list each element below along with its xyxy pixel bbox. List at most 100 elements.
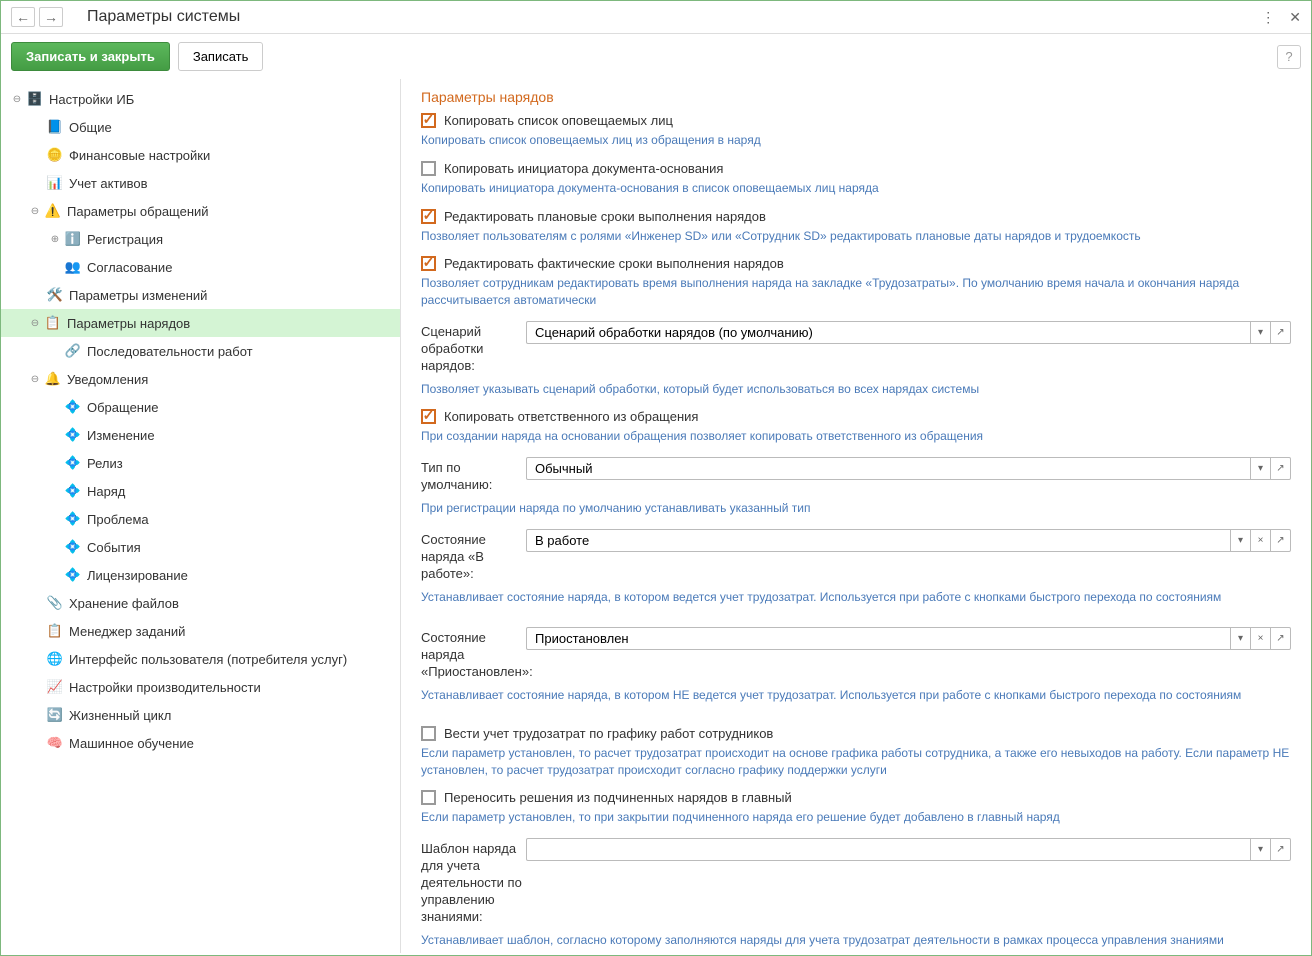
list-icon: 📋: [47, 623, 63, 639]
tree-item-requests[interactable]: ⊖⚠️Параметры обращений: [1, 197, 400, 225]
diamond-icon: 💠: [65, 455, 81, 471]
tree-item-lifecycle[interactable]: 🔄Жизненный цикл: [1, 701, 400, 729]
nav-back-button[interactable]: ←: [11, 7, 35, 27]
warning-icon: ⚠️: [45, 203, 61, 219]
state2-label: Состояние наряда «Приостановлен»:: [421, 627, 526, 681]
checkbox-copy-initiator[interactable]: [421, 161, 436, 176]
state2-input[interactable]: [526, 627, 1231, 650]
brain-icon: 🧠: [47, 735, 63, 751]
dropdown-icon[interactable]: ▾: [1251, 838, 1271, 861]
diamond-icon: 💠: [65, 399, 81, 415]
hint-text: Позволяет пользователям с ролями «Инжене…: [421, 228, 1291, 245]
tree-item-n-problem[interactable]: 💠Проблема: [1, 505, 400, 533]
tree-item-ml[interactable]: 🧠Машинное обучение: [1, 729, 400, 757]
collapse-icon[interactable]: ⊖: [29, 205, 41, 217]
scenario-label: Сценарий обработки нарядов:: [421, 321, 526, 375]
checkbox-transfer-solutions[interactable]: [421, 790, 436, 805]
open-icon[interactable]: ↗: [1271, 838, 1291, 861]
tree-item-n-release[interactable]: 💠Релиз: [1, 449, 400, 477]
tree-item-ui[interactable]: 🌐Интерфейс пользователя (потребителя усл…: [1, 645, 400, 673]
nav-forward-button[interactable]: →: [39, 7, 63, 27]
tree-root[interactable]: ⊖ 🗄️ Настройки ИБ: [1, 85, 400, 113]
tree-item-jobmgr[interactable]: 📋Менеджер заданий: [1, 617, 400, 645]
sidebar-tree: ⊖ 🗄️ Настройки ИБ 📘Общие 🪙Финансовые нас…: [1, 79, 401, 953]
collapse-icon[interactable]: ⊖: [29, 373, 41, 385]
open-icon[interactable]: ↗: [1271, 457, 1291, 480]
checkbox-edit-actual[interactable]: [421, 256, 436, 271]
coins-icon: 🪙: [47, 147, 63, 163]
tree-item-registration[interactable]: ⊕ℹ️Регистрация: [1, 225, 400, 253]
titlebar: ← → Параметры системы ⋮ ✕: [1, 1, 1311, 34]
hint-text: Если параметр установлен, то расчет труд…: [421, 745, 1291, 779]
assets-icon: 📊: [47, 175, 63, 191]
clear-icon[interactable]: ×: [1251, 529, 1271, 552]
tree-item-n-task[interactable]: 💠Наряд: [1, 477, 400, 505]
tree-item-storage[interactable]: 📎Хранение файлов: [1, 589, 400, 617]
info-icon: ℹ️: [65, 231, 81, 247]
tree-item-n-events[interactable]: 💠События: [1, 533, 400, 561]
open-icon[interactable]: ↗: [1271, 321, 1291, 344]
hint-text: Если параметр установлен, то при закрыти…: [421, 809, 1291, 826]
save-button[interactable]: Записать: [178, 42, 264, 71]
hint-text: При регистрации наряда по умолчанию уста…: [421, 500, 1291, 517]
checkbox-edit-planned[interactable]: [421, 209, 436, 224]
more-icon[interactable]: ⋮: [1261, 9, 1275, 26]
help-button[interactable]: ?: [1277, 45, 1301, 69]
diamond-icon: 💠: [65, 427, 81, 443]
save-close-button[interactable]: Записать и закрыть: [11, 42, 170, 71]
tree-item-changes[interactable]: 🛠️Параметры изменений: [1, 281, 400, 309]
tree-item-general[interactable]: 📘Общие: [1, 113, 400, 141]
bell-icon: 🔔: [45, 371, 61, 387]
type-input[interactable]: [526, 457, 1251, 480]
tree-item-assets[interactable]: 📊Учет активов: [1, 169, 400, 197]
expand-icon[interactable]: ⊕: [49, 233, 61, 245]
collapse-icon[interactable]: ⊖: [11, 93, 23, 105]
cycle-icon: 🔄: [47, 707, 63, 723]
diamond-icon: 💠: [65, 567, 81, 583]
dropdown-icon[interactable]: ▾: [1251, 321, 1271, 344]
hint-text: Копировать инициатора документа-основани…: [421, 180, 1291, 197]
close-icon[interactable]: ✕: [1289, 9, 1301, 26]
collapse-icon[interactable]: ⊖: [29, 317, 41, 329]
hint-text: Позволяет указывать сценарий обработки, …: [421, 381, 1291, 398]
tree-item-approval[interactable]: 👥Согласование: [1, 253, 400, 281]
tree-item-notifications[interactable]: ⊖🔔Уведомления: [1, 365, 400, 393]
checkbox-track-schedule[interactable]: [421, 726, 436, 741]
task-icon: 📋: [45, 315, 61, 331]
dropdown-icon[interactable]: ▾: [1251, 457, 1271, 480]
dropdown-icon[interactable]: ▾: [1231, 627, 1251, 650]
tree-item-sequences[interactable]: 🔗Последовательности работ: [1, 337, 400, 365]
open-icon[interactable]: ↗: [1271, 627, 1291, 650]
dropdown-icon[interactable]: ▾: [1231, 529, 1251, 552]
type-label: Тип по умолчанию:: [421, 457, 526, 494]
hint-text: Копировать список оповещаемых лиц из обр…: [421, 132, 1291, 149]
hint-text: Устанавливает шаблон, согласно которому …: [421, 932, 1291, 949]
tree-item-n-change[interactable]: 💠Изменение: [1, 421, 400, 449]
template-input[interactable]: [526, 838, 1251, 861]
tools-icon: 🛠️: [47, 287, 63, 303]
info-icon: 📘: [47, 119, 63, 135]
tree-item-n-request[interactable]: 💠Обращение: [1, 393, 400, 421]
tree-item-n-license[interactable]: 💠Лицензирование: [1, 561, 400, 589]
clear-icon[interactable]: ×: [1251, 627, 1271, 650]
db-icon: 🗄️: [27, 91, 43, 107]
section-title: Параметры нарядов: [421, 89, 1291, 105]
diamond-icon: 💠: [65, 511, 81, 527]
checkbox-copy-responsible[interactable]: [421, 409, 436, 424]
toolbar: Записать и закрыть Записать ?: [1, 34, 1311, 79]
checkbox-copy-notified[interactable]: [421, 113, 436, 128]
clip-icon: 📎: [47, 595, 63, 611]
diamond-icon: 💠: [65, 539, 81, 555]
hint-text: Позволяет сотрудникам редактировать врем…: [421, 275, 1291, 309]
open-icon[interactable]: ↗: [1271, 529, 1291, 552]
tree-item-tasks[interactable]: ⊖📋Параметры нарядов: [1, 309, 400, 337]
scenario-input[interactable]: [526, 321, 1251, 344]
window-title: Параметры системы: [87, 8, 240, 26]
state1-input[interactable]: [526, 529, 1231, 552]
link-icon: 🔗: [65, 343, 81, 359]
hint-text: При создании наряда на основании обращен…: [421, 428, 1291, 445]
tree-item-perf[interactable]: 📈Настройки производительности: [1, 673, 400, 701]
tree-item-financial[interactable]: 🪙Финансовые настройки: [1, 141, 400, 169]
state1-label: Состояние наряда «В работе»:: [421, 529, 526, 583]
hint-text: Устанавливает состояние наряда, в которо…: [421, 589, 1291, 606]
